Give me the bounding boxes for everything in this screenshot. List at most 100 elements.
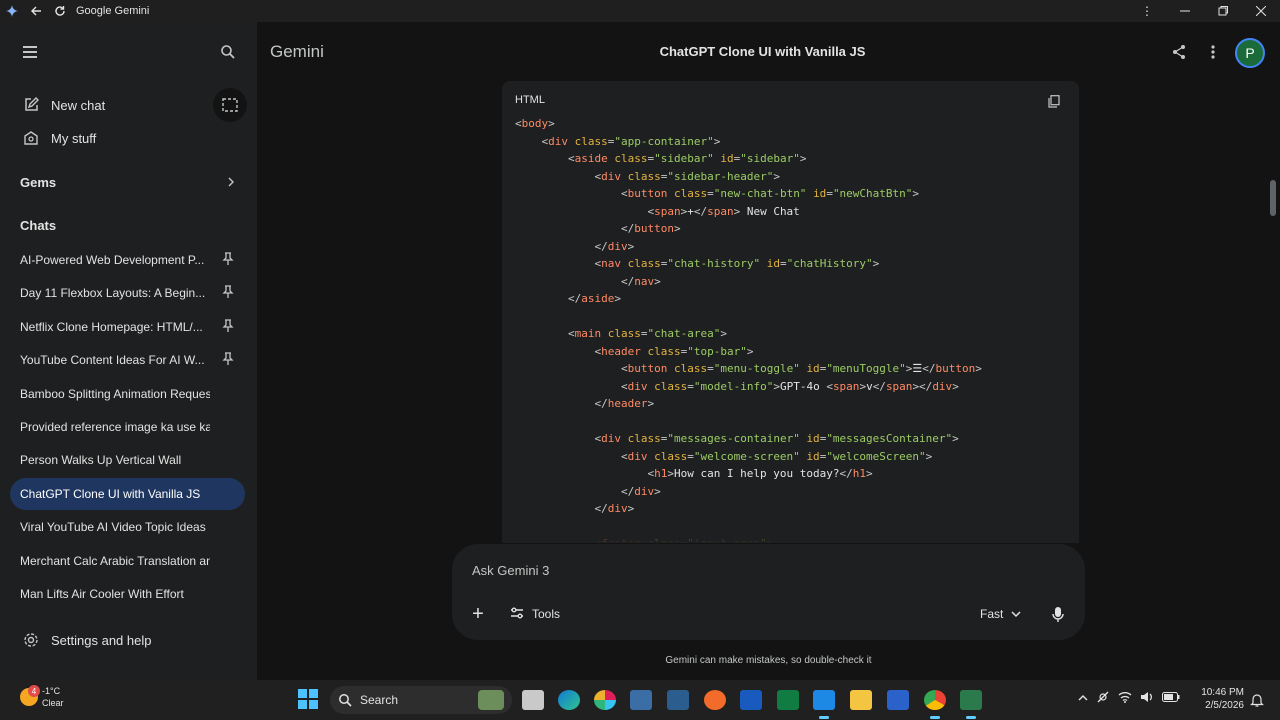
chat-item[interactable]: YouTube Content Ideas For AI W... — [10, 344, 245, 376]
word-icon[interactable] — [740, 690, 762, 710]
gemini-app-icon[interactable] — [960, 690, 982, 710]
gemini-brand[interactable]: Gemini — [270, 42, 324, 62]
chevron-up-icon[interactable] — [1078, 693, 1088, 705]
page-scrollbar[interactable] — [1270, 180, 1276, 216]
chat-item[interactable]: Man Lifts Air Cooler With Effort — [10, 578, 245, 610]
file-explorer-icon[interactable] — [850, 690, 872, 710]
code-token: div — [607, 502, 628, 515]
code-token: class — [647, 344, 681, 358]
share-icon[interactable] — [1169, 42, 1189, 62]
chat-item-label: Netflix Clone Homepage: HTML/... — [20, 320, 203, 334]
settings-and-help-button[interactable]: Settings and help — [0, 624, 257, 656]
code-line: </nav> — [515, 273, 982, 291]
pin-icon[interactable] — [222, 319, 234, 333]
windows-start-icon[interactable] — [298, 689, 318, 709]
code-token: > — [673, 222, 681, 235]
code-token: h1 — [852, 467, 867, 480]
chat-item[interactable]: Bamboo Splitting Animation Request — [10, 378, 245, 410]
code-token: > — [799, 152, 807, 165]
my-stuff-label: My stuff — [51, 130, 97, 146]
chat-item[interactable]: Provided reference image ka use kart... — [10, 411, 245, 443]
code-token: > — [952, 432, 959, 445]
more-options-icon[interactable]: ⋮ — [1128, 0, 1166, 22]
more-vert-icon[interactable] — [1203, 42, 1223, 62]
tools-button[interactable]: Tools — [510, 604, 560, 624]
volume-icon[interactable] — [1140, 691, 1154, 706]
reload-icon[interactable] — [48, 0, 72, 22]
my-stuff-button[interactable]: My stuff — [0, 122, 257, 154]
vscode-icon[interactable] — [813, 690, 835, 710]
code-token: span — [654, 204, 681, 218]
microphone-icon[interactable] — [1050, 604, 1066, 624]
search-icon[interactable] — [218, 42, 238, 62]
code-token: div — [627, 379, 648, 393]
copy-icon[interactable] — [1048, 95, 1060, 108]
code-token: v — [866, 379, 873, 393]
search-icon — [339, 694, 352, 707]
wifi-icon[interactable] — [1118, 691, 1132, 706]
pin-icon[interactable] — [222, 285, 234, 299]
minimize-button[interactable] — [1166, 0, 1204, 22]
menu-icon[interactable] — [20, 44, 40, 60]
taskbar-search[interactable]: Search — [330, 686, 512, 714]
chat-item[interactable]: ChatGPT Clone UI with Vanilla JS — [10, 478, 245, 510]
pin-icon[interactable] — [222, 252, 234, 266]
code-token: span — [707, 204, 734, 218]
prompt-input[interactable]: Ask Gemini 3 — [472, 563, 549, 578]
store-icon[interactable] — [887, 690, 909, 710]
temporary-chat-icon — [222, 98, 238, 112]
code-token: < — [620, 379, 628, 393]
back-arrow-icon[interactable] — [24, 0, 48, 22]
taskbar: 4 -1°C Clear Search 10:46 PM 2/5/2026 — [0, 680, 1280, 720]
maximize-button[interactable] — [1204, 0, 1242, 22]
code-token: "app-container" — [614, 134, 714, 148]
code-token: How can I help you today? — [673, 467, 840, 480]
add-icon[interactable]: + — [468, 603, 488, 625]
gems-header[interactable]: Gems — [20, 175, 56, 190]
app-icon-blue[interactable] — [630, 690, 652, 710]
close-button[interactable] — [1242, 0, 1280, 22]
battery-icon[interactable] — [1162, 692, 1180, 705]
avatar[interactable]: P — [1235, 38, 1265, 68]
code-token: main — [574, 327, 602, 340]
pin-icon[interactable] — [222, 352, 234, 366]
weather-widget[interactable]: 4 -1°C Clear — [20, 685, 64, 709]
chrome-icon[interactable] — [924, 690, 946, 710]
chat-item[interactable]: Viral YouTube AI Video Topic Ideas — [10, 511, 245, 543]
chat-item[interactable]: AI-Powered Web Development P... — [10, 244, 245, 276]
code-line: </aside> — [515, 290, 982, 308]
code-token: > — [667, 467, 674, 480]
model-mode-selector[interactable]: Fast — [980, 604, 1021, 624]
chat-item[interactable]: Merchant Calc Arabic Translation and... — [10, 545, 245, 577]
code-token: div — [634, 484, 655, 498]
slack-icon[interactable] — [594, 690, 616, 710]
code-token: aside — [581, 292, 615, 305]
edge-icon[interactable] — [558, 690, 580, 710]
code-token: > — [627, 239, 635, 253]
app-icon-navy[interactable] — [667, 690, 689, 710]
network-location-icon[interactable] — [1096, 690, 1110, 707]
clock[interactable]: 10:46 PM 2/5/2026 — [1198, 686, 1244, 712]
code-token: > — [548, 117, 555, 130]
chevron-right-icon[interactable] — [226, 175, 236, 190]
notification-bell-icon[interactable] — [1250, 692, 1264, 708]
app-icon-orange[interactable] — [704, 690, 726, 710]
task-view-icon[interactable] — [522, 690, 544, 710]
code-token: nav — [634, 274, 655, 288]
chat-item[interactable]: Person Walks Up Vertical Wall — [10, 444, 245, 476]
excel-icon[interactable] — [777, 690, 799, 710]
code-token: > — [773, 379, 780, 393]
clock-time: 10:46 PM — [1201, 687, 1244, 698]
chat-item[interactable]: Netflix Clone Homepage: HTML/... — [10, 311, 245, 343]
system-tray — [1078, 690, 1180, 707]
chat-item[interactable]: Day 11 Flexbox Layouts: A Begin... — [10, 277, 245, 309]
temporary-chat-button[interactable] — [213, 88, 247, 122]
code-block: HTML <body> <div class="app-container"> … — [502, 81, 1079, 543]
